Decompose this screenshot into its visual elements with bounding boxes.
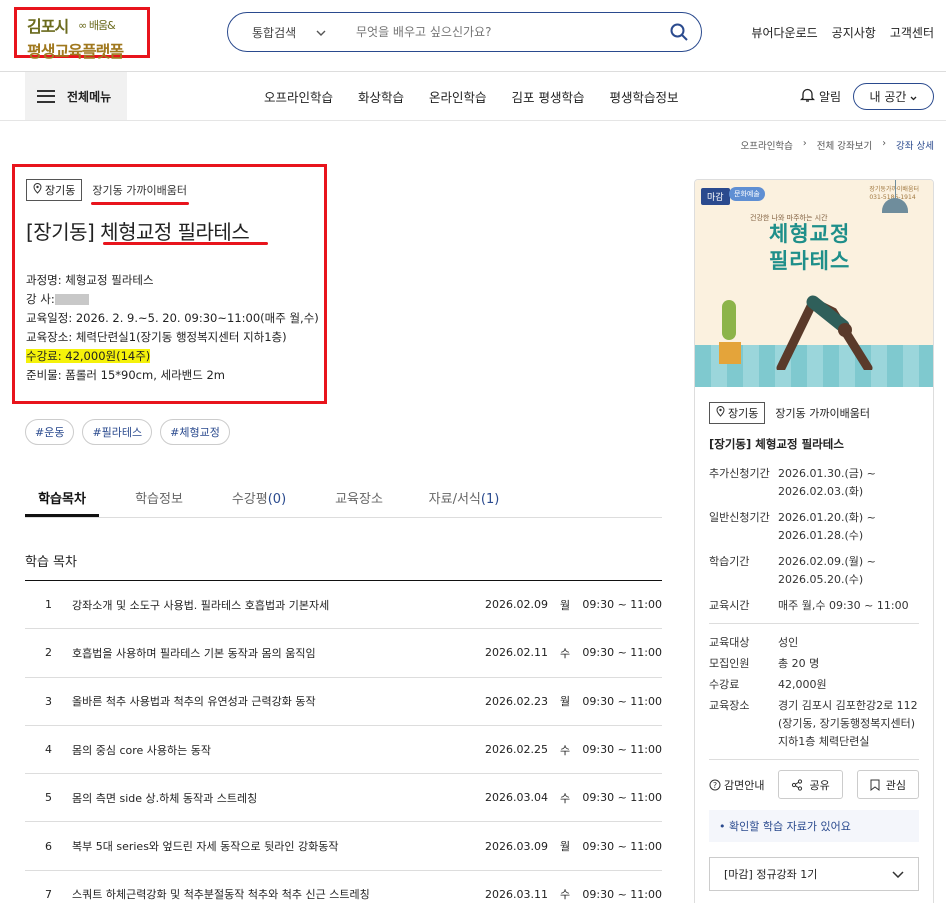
course-info-box: 장기동 장기동 가까이배움터 [장기동] 체형교정 필라테스 과정명: 체형교정… — [12, 164, 327, 404]
all-menu-label: 전체메뉴 — [67, 89, 112, 104]
course-summary-card: 마감 문화예술 장기동가까이배움터031-5186-1914 건강한 나와 마주… — [694, 179, 934, 903]
closed-badge: 마감 — [701, 188, 730, 205]
page-title: [장기동] 체형교정 필라테스 — [26, 220, 250, 244]
divider — [709, 623, 919, 624]
toc-heading: 학습 목차 — [25, 555, 77, 570]
tab-contents[interactable]: 학습목차 — [25, 480, 99, 517]
map-pin-icon — [716, 406, 725, 420]
yoga-figure-icon — [776, 295, 873, 370]
chevron-down-icon — [892, 868, 904, 881]
location-chip: 장기동 — [709, 402, 766, 424]
blurred-instructor-name — [54, 294, 89, 305]
logo-glasses-icon: ∞ 배움& — [78, 19, 115, 32]
search-input[interactable] — [356, 25, 657, 39]
map-pin-icon — [33, 183, 42, 197]
utility-links: 뷰어다운로드 공지사항 고객센터 — [751, 24, 934, 41]
materials-line: 준비물: 폼롤러 15*90cm, 세라밴드 2m — [26, 368, 226, 382]
tab-venue[interactable]: 교육장소 — [309, 480, 409, 517]
location-name[interactable]: 장기동 가까이배움터 — [775, 405, 870, 421]
tab-materials[interactable]: 자료/서식(1) — [409, 480, 519, 517]
table-row[interactable]: 2 호흡법을 사용하며 필라테스 기본 동작과 몸의 움직임 2026.02.11 수… — [25, 629, 662, 678]
logo-text-platform: 평생교육플랫폼 — [27, 42, 124, 61]
detail-list: 교육대상 성인 모집인원 총 20 명 수강료 42,000원 교육장소 경기 김포시 … — [709, 636, 918, 748]
tag-chip[interactable]: #체형교정 — [160, 419, 230, 445]
alarm-button[interactable]: 알림 — [799, 87, 842, 106]
svg-text:?: ? — [713, 781, 717, 790]
poster-category-badge: 문화예술 — [729, 187, 765, 201]
highlight-underline — [91, 202, 189, 205]
nav-item-video[interactable]: 화상학습 — [358, 87, 404, 106]
logo-text-city: 김포시 — [27, 17, 69, 36]
main-nav: 오프라인학습 화상학습 온라인학습 김포 평생학습 평생학습정보 — [264, 87, 679, 106]
chevron-right-icon: › — [882, 138, 887, 149]
course-name-line: 과정명: 체형교정 필라테스 — [26, 273, 154, 287]
tag-list: #운동 #필라테스 #체형교정 — [25, 419, 230, 445]
plant-icon — [719, 300, 741, 364]
nav-item-gimpo[interactable]: 김포 평생학습 — [512, 87, 585, 106]
divider — [709, 759, 919, 760]
nav-item-offline[interactable]: 오프라인학습 — [264, 87, 333, 106]
tag-chip[interactable]: #필라테스 — [82, 419, 153, 445]
highlight-underline — [103, 242, 268, 245]
breadcrumb-item[interactable]: 전체 강좌보기 — [817, 138, 872, 152]
tab-reviews[interactable]: 수강평(0) — [209, 480, 309, 517]
chevron-right-icon: › — [802, 138, 807, 149]
schedule-list: 추가신청기간 2026.01.30.(금) ~2026.02.03.(화) 일반신… — [709, 467, 909, 612]
card-actions: ? 감면안내 공유 관심 — [709, 770, 919, 799]
schedule-line: 교육일정: 2026. 2. 9.~5. 20. 09:30~11:00(매주 … — [26, 311, 319, 325]
hamburger-icon — [37, 89, 55, 103]
table-row[interactable]: 7 스쿼트 하체근력강화 및 척추분절동작 척추와 척추 신근 스트레칭 2026.… — [25, 871, 662, 903]
share-button[interactable]: 공유 — [778, 770, 843, 799]
location-name[interactable]: 장기동 가까이배움터 — [92, 182, 187, 198]
share-icon — [792, 778, 803, 791]
table-row[interactable]: 5 몸의 측면 side 상.하체 동작과 스트레칭 2026.03.04 수 09:3… — [25, 774, 662, 823]
course-poster: 마감 문화예술 장기동가까이배움터031-5186-1914 건강한 나와 마주… — [695, 180, 933, 387]
search-icon[interactable] — [657, 23, 701, 41]
nav-divider-top — [0, 71, 946, 72]
notice-link[interactable]: 공지사항 — [832, 24, 876, 41]
viewer-download-link[interactable]: 뷰어다운로드 — [751, 24, 817, 41]
site-logo[interactable]: 김포시 ∞ 배움& 평생교육플랫폼 — [14, 7, 150, 61]
location-chip: 장기동 — [26, 179, 83, 201]
breadcrumb: 오프라인학습 › 전체 강좌보기 › 강좌 상세 — [740, 138, 934, 152]
fee-line: 수강료: 42,000원(14주) — [26, 349, 151, 363]
nav-item-info[interactable]: 평생학습정보 — [610, 87, 679, 106]
chevron-down-icon[interactable] — [316, 26, 356, 39]
like-button[interactable]: 관심 — [856, 770, 919, 799]
nav-item-online[interactable]: 온라인학습 — [429, 87, 487, 106]
venue-line: 교육장소: 체력단련실1(장기동 행정복지센터 지하1층) — [26, 330, 287, 344]
material-notice[interactable]: • 확인할 학습 자료가 있어요 — [709, 810, 919, 842]
breadcrumb-item[interactable]: 오프라인학습 — [740, 138, 792, 152]
poster-title: 체형교정 필라테스 — [769, 222, 851, 273]
card-title: [장기동] 체형교정 필라테스 — [709, 437, 844, 451]
discount-guide-link[interactable]: ? 감면안내 — [709, 777, 764, 793]
table-row[interactable]: 4 몸의 중심 core 사용하는 동작 2026.02.25 수 09:30 ~ 11… — [25, 726, 662, 775]
table-row[interactable]: 1 강좌소개 및 소도구 사용법. 필라테스 호흡법과 기본자세 2026.02.0… — [25, 581, 662, 630]
instructor-line: 강 사: — [26, 290, 324, 309]
customer-center-link[interactable]: 고객센터 — [890, 24, 934, 41]
help-circle-icon: ? — [709, 779, 721, 790]
tag-chip[interactable]: #운동 — [25, 419, 75, 445]
tab-info[interactable]: 학습정보 — [109, 480, 209, 517]
chevron-down-icon — [910, 90, 917, 104]
breadcrumb-current: 강좌 상세 — [896, 141, 934, 152]
search-bar: 통합검색 — [227, 12, 702, 52]
nav-divider-bottom — [0, 120, 946, 121]
search-category-select[interactable]: 통합검색 — [252, 24, 316, 41]
detail-tabs: 학습목차 학습정보 수강평(0) 교육장소 자료/서식(1) — [25, 480, 662, 518]
bookmark-icon — [870, 779, 880, 791]
all-menu-button[interactable]: 전체메뉴 — [25, 72, 127, 120]
table-row[interactable]: 6 복부 5대 series와 엎드린 자세 동작으로 뒷라인 강화동작 2026.… — [25, 822, 662, 871]
alarm-label: 알림 — [819, 90, 842, 104]
toc-table: 1 강좌소개 및 소도구 사용법. 필라테스 호흡법과 기본자세 2026.02.0… — [25, 580, 662, 903]
bell-icon — [799, 87, 816, 106]
my-space-button[interactable]: 내 공간 — [853, 83, 934, 110]
lamp-cord — [895, 180, 896, 198]
table-row[interactable]: 3 올바른 척추 사용법과 척추의 유연성과 근력강화 동작 2026.02.23 월… — [25, 678, 662, 726]
session-select[interactable]: [마감] 정규강좌 1기 — [709, 857, 919, 891]
my-space-label: 내 공간 — [869, 90, 907, 104]
